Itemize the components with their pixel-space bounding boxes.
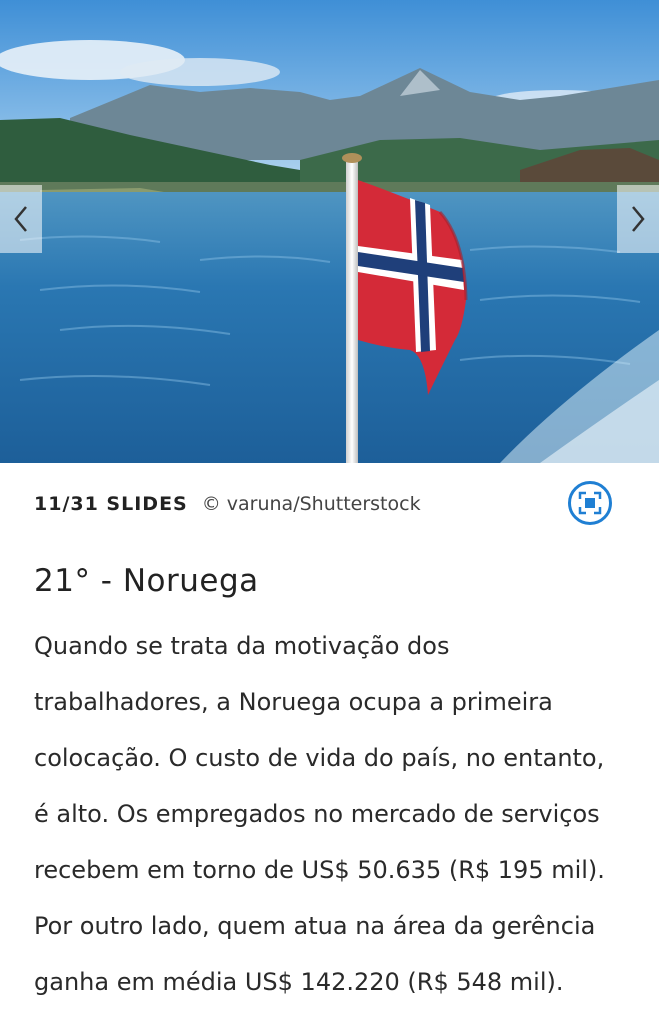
fullscreen-icon	[578, 491, 602, 515]
slide-image	[0, 0, 659, 463]
photo-credit: © varuna/Shutterstock	[201, 493, 421, 515]
slide-description-line: trabalhadores, a Noruega ocupa a primeir…	[34, 688, 553, 716]
previous-slide-button[interactable]	[0, 185, 42, 253]
slide-counter: 11/31 SLIDES	[34, 493, 188, 515]
slide-description-line: colocação. O custo de vida do país, no e…	[34, 744, 605, 772]
fullscreen-button[interactable]	[568, 481, 612, 525]
norway-flag-fjord-photo	[0, 0, 659, 463]
slide-description-line: é alto. Os empregados no mercado de serv…	[34, 800, 600, 828]
next-slide-button[interactable]	[617, 185, 659, 253]
chevron-left-icon	[14, 206, 27, 232]
slide-description-line: Quando se trata da motivação dos	[34, 632, 450, 660]
slide-description-line: ganha em média US$ 142.220 (R$ 548 mil).	[34, 968, 564, 996]
slide-description: Quando se trata da motivação dos trabalh…	[34, 618, 634, 1010]
slide-title: 21° - Noruega	[34, 563, 259, 599]
chevron-right-icon	[632, 206, 645, 232]
slideshow-page: 11/31 SLIDES © varuna/Shutterstock 21° -…	[0, 0, 659, 1024]
slide-caption-bar: 11/31 SLIDES © varuna/Shutterstock	[34, 481, 624, 525]
slide-description-line: recebem em torno de US$ 50.635 (R$ 195 m…	[34, 856, 605, 884]
slide-description-line: Por outro lado, quem atua na área da ger…	[34, 912, 596, 940]
